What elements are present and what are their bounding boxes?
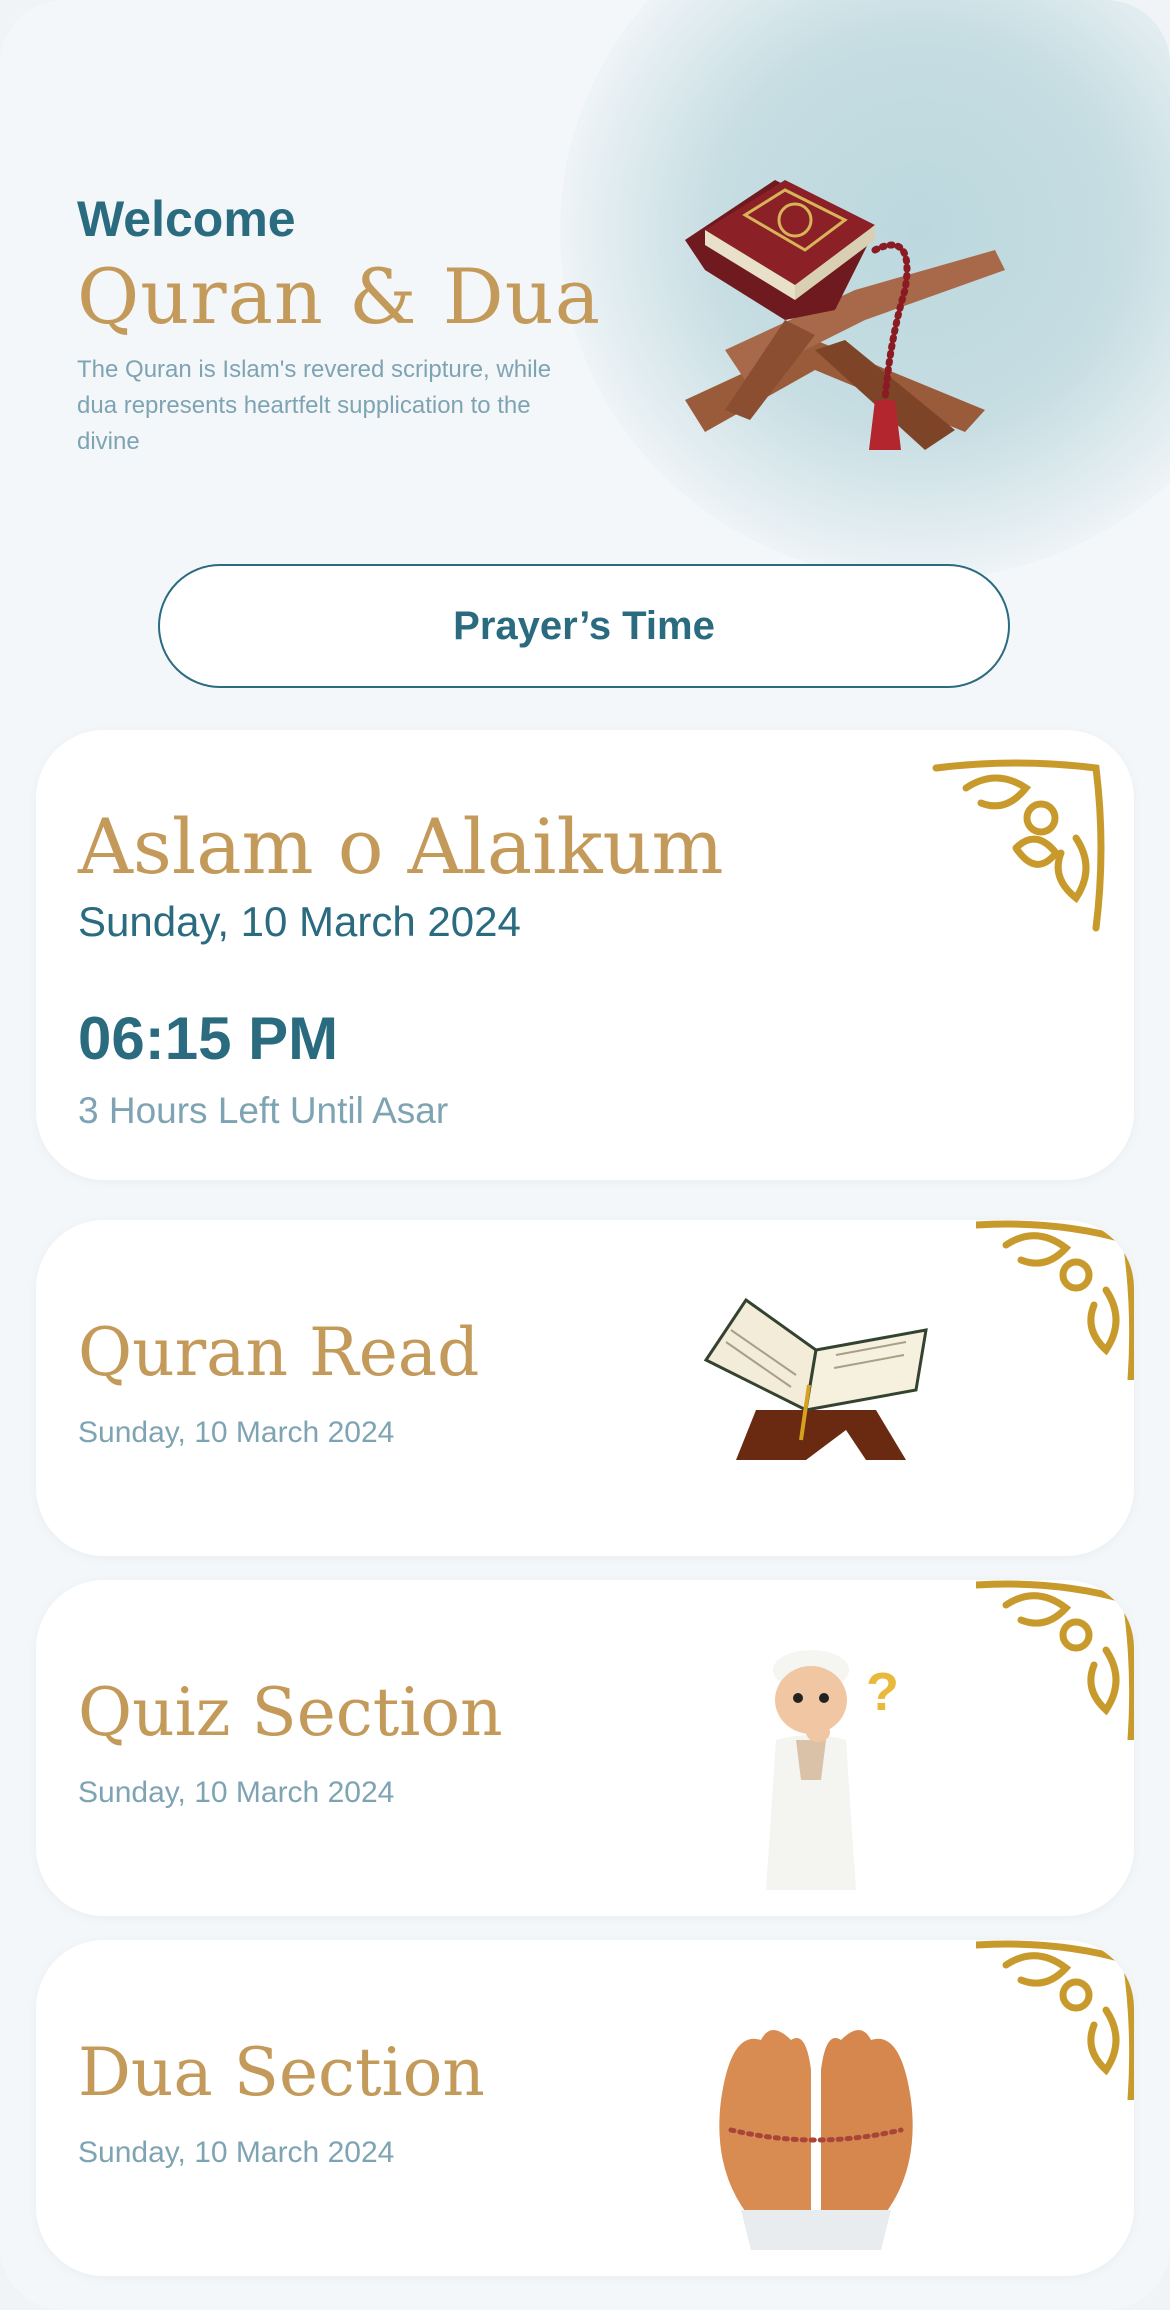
card-title: Quran Read <box>78 1314 480 1391</box>
hero-section: Welcome Quran & Dua The Quran is Islam's… <box>0 0 1170 560</box>
greeting-title: Aslam o Alaikum <box>78 802 724 891</box>
corner-ornament-icon <box>976 1940 1134 2100</box>
quiz-section-card[interactable]: Quiz Section Sunday, 10 March 2024 ? <box>36 1580 1134 1916</box>
corner-ornament-icon <box>976 1580 1134 1740</box>
card-title: Quiz Section <box>78 1674 503 1751</box>
card-date: Sunday, 10 March 2024 <box>78 1416 395 1449</box>
welcome-label: Welcome <box>77 191 296 247</box>
open-quran-icon <box>703 1297 928 1460</box>
thinking-boy-icon: ? <box>766 1650 899 1890</box>
current-time: 06:15 PM <box>78 1005 339 1072</box>
time-until-prayer: 3 Hours Left Until Asar <box>78 1090 449 1131</box>
quran-read-card[interactable]: Quran Read Sunday, 10 March 2024 <box>36 1220 1134 1556</box>
corner-ornament-icon <box>976 1220 1134 1380</box>
corner-ornament-icon <box>932 759 1105 932</box>
svg-text:?: ? <box>866 1662 899 1722</box>
dua-section-card[interactable]: Dua Section Sunday, 10 March 2024 <box>36 1940 1134 2276</box>
quran-on-rehal-icon <box>685 180 1005 450</box>
hero-description: The Quran is Islam's revered scripture, … <box>77 356 552 455</box>
prayer-time-button[interactable]: Prayer’s Time <box>158 564 1010 688</box>
app-title: Quran & Dua <box>77 252 601 341</box>
card-title: Dua Section <box>78 2034 485 2111</box>
card-date: Sunday, 10 March 2024 <box>78 1776 395 1809</box>
praying-hands-icon <box>719 2030 913 2250</box>
card-date: Sunday, 10 March 2024 <box>78 2136 395 2169</box>
greeting-card: Aslam o Alaikum Sunday, 10 March 2024 06… <box>36 730 1134 1180</box>
home-screen: Welcome Quran & Dua The Quran is Islam's… <box>0 0 1170 2310</box>
current-date: Sunday, 10 March 2024 <box>78 898 521 945</box>
